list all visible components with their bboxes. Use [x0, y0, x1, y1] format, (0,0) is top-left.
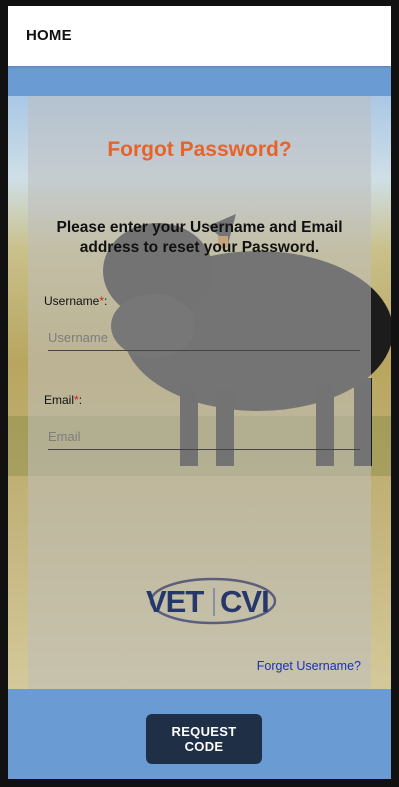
email-input[interactable]: [48, 423, 360, 450]
email-label-text: Email: [44, 393, 75, 407]
app-bar: HOME: [8, 6, 391, 66]
form-panel: Forgot Password? Please enter your Usern…: [28, 96, 371, 689]
app-frame: HOME Forgot Password? Please enter your …: [0, 0, 399, 787]
username-label-suffix: :: [104, 294, 108, 308]
email-label-suffix: :: [78, 393, 83, 407]
username-input[interactable]: [48, 324, 360, 351]
vet-cvi-logo-icon: VET CVI: [146, 577, 277, 625]
page-title[interactable]: HOME: [26, 27, 72, 44]
vet-cvi-logo: VET CVI: [136, 576, 286, 626]
request-code-button[interactable]: REQUEST CODE: [146, 714, 262, 764]
username-label: Username*:: [44, 294, 107, 308]
email-label: Email*:: [44, 393, 82, 407]
username-label-text: Username: [44, 294, 100, 308]
forgot-password-heading: Forgot Password?: [107, 138, 292, 161]
forget-username-link[interactable]: Forget Username?: [257, 659, 361, 673]
logo-text-left: VET: [146, 584, 204, 619]
top-blue-band: [8, 66, 391, 96]
instruction-text: Please enter your Username and Email add…: [56, 219, 343, 256]
bottom-blue-band: REQUEST CODE: [8, 689, 391, 779]
logo-text-right: CVI: [220, 584, 269, 619]
